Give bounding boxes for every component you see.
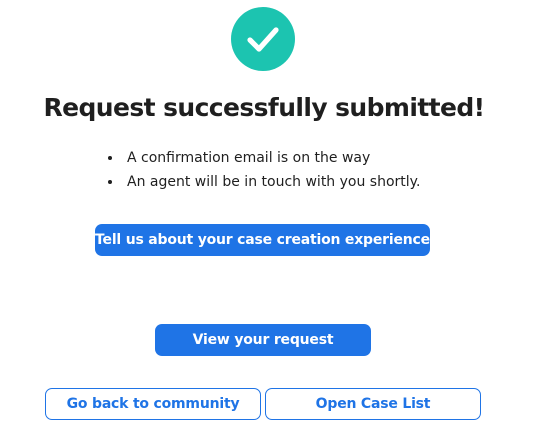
go-back-to-community-button[interactable]: Go back to community (45, 388, 261, 420)
view-request-button[interactable]: View your request (155, 324, 371, 356)
page-title: Request successfully submitted! (43, 93, 486, 122)
feedback-button[interactable]: Tell us about your case creation experie… (95, 224, 430, 256)
confirmation-page: Request successfully submitted! A confir… (0, 0, 538, 431)
agent-contact-bullet: An agent will be in touch with you short… (108, 170, 420, 194)
confirmation-email-bullet: A confirmation email is on the way (108, 146, 420, 170)
open-case-list-button[interactable]: Open Case List (265, 388, 481, 420)
checkmark-icon (247, 27, 279, 52)
confirmation-details-list: A confirmation email is on the way An ag… (108, 146, 420, 194)
check-circle-icon (231, 7, 295, 71)
